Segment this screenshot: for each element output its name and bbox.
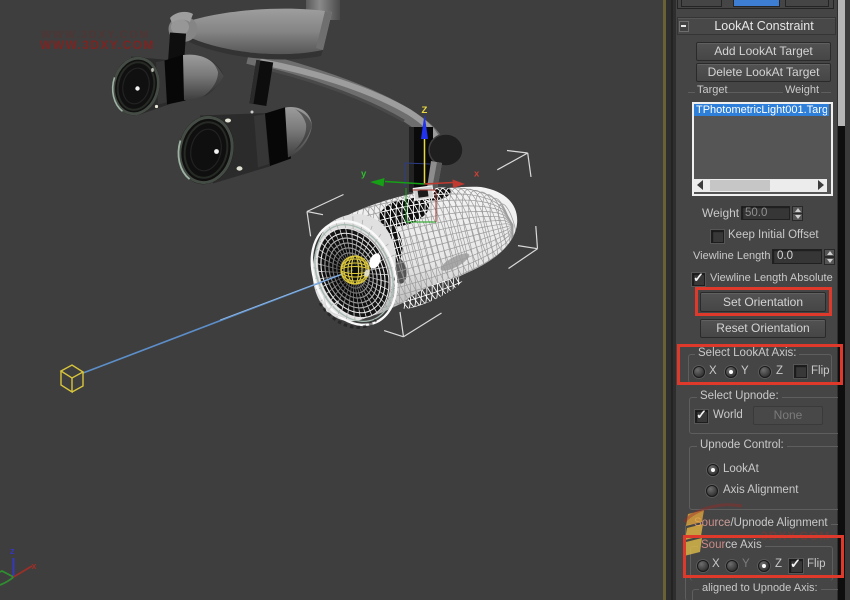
svg-text:y: y: [361, 169, 367, 180]
svg-text:x: x: [32, 561, 37, 571]
svg-text:x: x: [474, 169, 480, 180]
svg-text:z: z: [10, 546, 15, 556]
svg-text:Z: Z: [422, 105, 428, 116]
